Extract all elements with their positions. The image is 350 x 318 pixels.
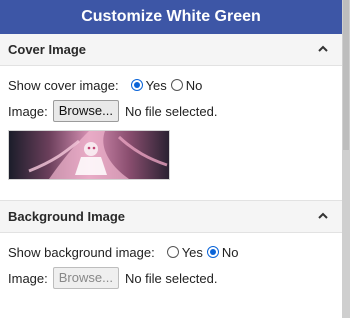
panel-title: Customize White Green — [0, 0, 342, 34]
background-yes-radio[interactable] — [166, 246, 179, 258]
background-image-row: Image: Browse... No file selected. — [8, 265, 334, 291]
background-yes-label: Yes — [181, 244, 203, 260]
scrollbar-thumb[interactable] — [343, 0, 349, 150]
background-image-label: Image: — [8, 270, 48, 286]
background-image-heading: Background Image — [8, 209, 126, 224]
background-file-status: No file selected. — [124, 270, 218, 286]
background-browse-button[interactable]: Browse... — [52, 267, 119, 289]
background-show-row: Show background image: Yes No — [8, 239, 334, 265]
background-no-label: No — [221, 244, 239, 260]
cover-yes-radio[interactable] — [130, 79, 143, 91]
background-no-option[interactable]: No — [206, 244, 239, 260]
chevron-up-icon[interactable] — [318, 211, 328, 219]
cover-no-radio[interactable] — [170, 79, 183, 91]
customize-panel: Customize White Green Cover Image Show c… — [0, 0, 350, 318]
scrollbar-track[interactable] — [342, 0, 350, 318]
cover-browse-button[interactable]: Browse... — [52, 100, 119, 122]
panel-content: Customize White Green Cover Image Show c… — [0, 0, 342, 291]
cover-no-option[interactable]: No — [170, 77, 203, 93]
cover-image-row: Image: Browse... No file selected. — [8, 98, 334, 124]
cover-image-heading: Cover Image — [8, 42, 87, 57]
background-image-section: Show background image: Yes No Image: Bro… — [0, 239, 342, 291]
cover-image-label: Image: — [8, 103, 48, 119]
background-yes-option[interactable]: Yes — [166, 244, 203, 260]
section-header-background-image[interactable]: Background Image — [0, 200, 342, 233]
cover-file-status: No file selected. — [124, 103, 218, 119]
background-show-label: Show background image: — [8, 244, 155, 260]
cover-no-label: No — [185, 77, 203, 93]
section-header-cover-image[interactable]: Cover Image — [0, 34, 342, 66]
cover-yes-option[interactable]: Yes — [130, 77, 167, 93]
background-no-radio[interactable] — [206, 246, 219, 258]
cover-preview-art — [9, 131, 169, 179]
cover-image-preview — [8, 130, 170, 180]
cover-show-label: Show cover image: — [8, 77, 119, 93]
cover-show-row: Show cover image: Yes No — [8, 72, 334, 98]
cover-yes-label: Yes — [145, 77, 167, 93]
cover-image-section: Show cover image: Yes No Image: Browse..… — [0, 72, 342, 180]
chevron-up-icon[interactable] — [318, 44, 328, 52]
